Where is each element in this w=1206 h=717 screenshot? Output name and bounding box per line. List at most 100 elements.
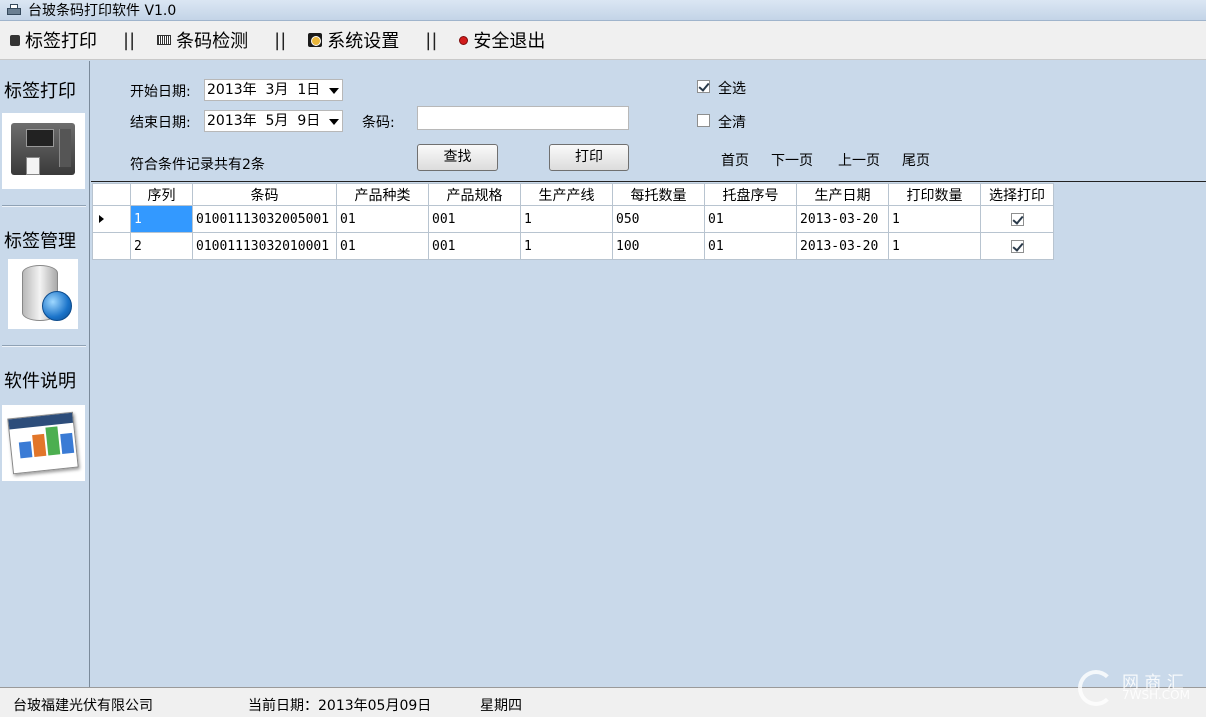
start-date-picker[interactable]: 2013年 3月 1日	[204, 79, 343, 101]
cell-line[interactable]: 1	[520, 205, 613, 233]
menu-label: 条码检测	[176, 31, 249, 52]
cell-spec[interactable]: 001	[428, 232, 521, 260]
cell-pallet-no[interactable]: 01	[704, 232, 797, 260]
cell-select-print[interactable]	[980, 232, 1054, 260]
cell-barcode[interactable]: 01001113032005001	[192, 205, 337, 233]
cell-date[interactable]: 2013-03-20	[796, 232, 889, 260]
pager-last[interactable]: 尾页	[902, 150, 930, 170]
cell-seq[interactable]: 1	[130, 205, 193, 233]
end-date-picker[interactable]: 2013年 5月 9日	[204, 110, 343, 132]
col-header-barcode[interactable]: 条码	[192, 183, 337, 206]
menu-safe-exit[interactable]: 安全退出	[459, 25, 545, 55]
start-date-label: 开始日期:	[130, 84, 191, 100]
menu-barcode-detect[interactable]: 条码检测	[157, 25, 248, 55]
menu-label: 安全退出	[473, 31, 546, 52]
barcode-icon	[157, 35, 172, 45]
app-printer-icon	[6, 3, 22, 17]
row-header[interactable]	[92, 205, 131, 233]
table-row[interactable]: 1 01001113032005001 01 001 1 050 01 2013…	[92, 205, 1054, 233]
col-header-seq[interactable]: 序列	[130, 183, 193, 206]
col-header-type[interactable]: 产品种类	[336, 183, 429, 206]
col-header-select-print[interactable]: 选择打印	[980, 183, 1054, 206]
col-header-qty-per-pallet[interactable]: 每托数量	[612, 183, 705, 206]
menu-separator: ||	[425, 29, 438, 51]
cell-print-qty[interactable]: 1	[888, 232, 981, 260]
print-button[interactable]: 打印	[549, 144, 629, 171]
row-header-corner	[92, 183, 131, 206]
cell-date[interactable]: 2013-03-20	[796, 205, 889, 233]
col-header-spec[interactable]: 产品规格	[428, 183, 521, 206]
cell-qty-per-pallet[interactable]: 100	[612, 232, 705, 260]
status-current-date: 当前日期：2013年05月09日	[248, 698, 432, 714]
window-title: 台玻条码打印软件 V1.0	[28, 3, 177, 19]
sidebar-divider	[2, 345, 86, 347]
pager-first[interactable]: 首页	[721, 150, 749, 170]
end-date-label: 结束日期:	[130, 115, 191, 131]
cell-pallet-no[interactable]: 01	[704, 205, 797, 233]
gear-icon	[308, 33, 323, 47]
sidebar-item-label-manage[interactable]: 标签管理	[0, 229, 89, 255]
col-header-line[interactable]: 生产产线	[520, 183, 613, 206]
cell-qty-per-pallet[interactable]: 050	[612, 205, 705, 233]
pager-prev[interactable]: 上一页	[838, 150, 880, 170]
col-header-print-qty[interactable]: 打印数量	[888, 183, 981, 206]
pager-next[interactable]: 下一页	[771, 150, 813, 170]
barcode-input[interactable]	[417, 106, 629, 130]
table-row[interactable]: 2 01001113032010001 01 001 1 100 01 2013…	[92, 232, 1054, 260]
cell-seq[interactable]: 2	[130, 232, 193, 260]
barcode-label: 条码:	[362, 115, 395, 131]
cell-print-qty[interactable]: 1	[888, 205, 981, 233]
status-bar: 台玻福建光伏有限公司 当前日期：2013年05月09日 星期四	[0, 687, 1206, 717]
row-select-checkbox[interactable]	[1010, 212, 1024, 226]
menu-label-print[interactable]: 标签打印	[10, 25, 97, 55]
end-date-value: 2013年 5月 9日	[207, 113, 321, 129]
window-titlebar: 台玻条码打印软件 V1.0	[0, 0, 1206, 21]
exit-icon	[459, 35, 469, 45]
status-weekday: 星期四	[480, 698, 522, 714]
menu-bar: 标签打印 || 条码检测 || 系统设置 || 安全退出	[0, 21, 1206, 60]
sidebar-item-label: 标签管理	[4, 231, 76, 252]
cell-spec[interactable]: 001	[428, 205, 521, 233]
search-button[interactable]: 查找	[417, 144, 498, 171]
database-icon[interactable]	[8, 259, 78, 329]
clear-all-label: 全清	[718, 115, 746, 131]
sidebar-divider	[2, 205, 86, 207]
sidebar-item-label-print[interactable]: 标签打印	[0, 79, 89, 105]
cell-type[interactable]: 01	[336, 205, 429, 233]
clear-all-checkbox[interactable]	[697, 114, 710, 127]
cell-type[interactable]: 01	[336, 232, 429, 260]
sidebar-item-label: 标签打印	[4, 81, 76, 102]
sidebar-item-software-help[interactable]: 软件说明	[0, 369, 89, 395]
records-grid-area: 序列 条码 产品种类 产品规格 生产产线 每托数量 托盘序号 生产日期 打印数量…	[91, 181, 1206, 687]
menu-separator: ||	[274, 29, 287, 51]
menu-separator: ||	[123, 29, 136, 51]
records-table: 序列 条码 产品种类 产品规格 生产产线 每托数量 托盘序号 生产日期 打印数量…	[92, 183, 1054, 260]
sidebar-item-label: 软件说明	[4, 371, 76, 392]
start-date-value: 2013年 3月 1日	[207, 82, 321, 98]
current-row-pointer-icon	[99, 214, 104, 223]
select-all-label: 全选	[718, 81, 746, 97]
label-printer-icon[interactable]	[2, 113, 85, 189]
chevron-down-icon[interactable]	[329, 119, 339, 125]
menu-label: 系统设置	[327, 31, 400, 52]
sidebar: 标签打印 标签管理 软件说明	[0, 61, 90, 687]
watermark-subtext: 7WSH.COM	[1122, 688, 1190, 702]
select-all-checkbox[interactable]	[697, 80, 710, 93]
numbers-doc-icon[interactable]	[2, 405, 85, 481]
watermark-circle-icon	[1078, 670, 1114, 706]
main-panel: 开始日期: 2013年 3月 1日 结束日期: 2013年 5月 9日 条码: …	[91, 61, 1206, 687]
col-header-pallet-no[interactable]: 托盘序号	[704, 183, 797, 206]
chevron-down-icon[interactable]	[329, 88, 339, 94]
status-company: 台玻福建光伏有限公司	[13, 698, 153, 714]
menu-label: 标签打印	[25, 31, 97, 52]
menu-system-settings[interactable]: 系统设置	[308, 25, 399, 55]
cell-barcode[interactable]: 01001113032010001	[192, 232, 337, 260]
table-header-row: 序列 条码 产品种类 产品规格 生产产线 每托数量 托盘序号 生产日期 打印数量…	[92, 183, 1054, 206]
cell-select-print[interactable]	[980, 205, 1054, 233]
col-header-date[interactable]: 生产日期	[796, 183, 889, 206]
printer-icon	[10, 34, 20, 46]
row-header[interactable]	[92, 232, 131, 260]
row-select-checkbox[interactable]	[1010, 239, 1024, 253]
cell-line[interactable]: 1	[520, 232, 613, 260]
watermark-logo: 网 商 汇 7WSH.COM	[1078, 668, 1198, 708]
